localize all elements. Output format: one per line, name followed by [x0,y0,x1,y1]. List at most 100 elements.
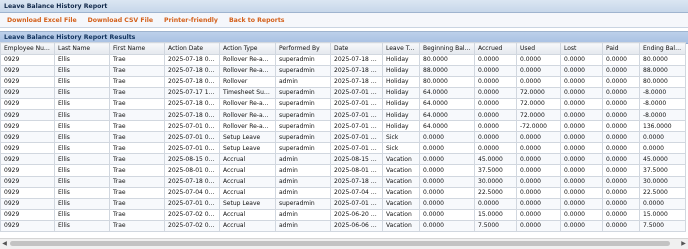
scroll-right-icon[interactable]: ▶ [680,240,687,247]
table-row[interactable]: 0929 Ellis Trae 2025-07-01 08:... Rollover R… [0,120,686,133]
table-cell: Trae [109,120,165,133]
table-cell: 0.0000 [560,53,603,66]
table-cell: 0.0000 [560,153,603,166]
table-cell: 0929 [0,108,55,122]
column-header[interactable]: First Name [109,42,165,55]
table-row[interactable]: 0929 Ellis Trae 2025-07-04 00:... Accrual adm… [0,186,686,199]
table-cell: 0.0000 [560,131,603,144]
table-cell: 0.0000 [602,108,640,122]
table-cell: 37.5000 [474,164,517,177]
table-row[interactable]: 0929 Ellis Trae 2025-07-17 15:... Timesheet … [0,86,686,99]
table-row[interactable]: 0929 Ellis Trae 2025-07-18 09:... Rollover R… [0,53,686,66]
horizontal-scrollbar[interactable]: ◀ ▶ [0,238,688,249]
table-cell: 0929 [0,197,55,210]
table-cell: 0.0000 [516,75,561,88]
table-cell: Trae [109,97,165,110]
table-cell: 88.0000 [639,64,686,77]
table-cell: 2025-07-18 09:... [164,97,220,110]
column-header[interactable]: Action Type [219,42,276,55]
table-row[interactable]: 0929 Ellis Trae 2025-07-02 00:... Accrual adm… [0,208,686,221]
table-cell: Trae [109,208,165,221]
table-cell: 2025-07-18 00:... [164,175,220,188]
column-header[interactable]: Performed By [275,42,331,55]
table-row[interactable]: 0929 Ellis Trae 2025-07-02 00:... Accrual adm… [0,219,686,233]
table-cell: Ellis [54,142,110,155]
table-body: 0929 Ellis Trae 2025-07-18 09:... Rollover R… [0,53,686,233]
table-row[interactable]: 0929 Ellis Trae 2025-08-01 00:... Accrual adm… [0,164,686,177]
table-row[interactable]: 0929 Ellis Trae 2025-07-18 09:... Rollover R… [0,64,686,77]
column-header[interactable]: Leave Type [382,42,420,55]
table-cell: admin [275,164,331,177]
column-header[interactable]: Action Date [164,42,220,55]
table-cell: 0.0000 [639,131,686,144]
table-cell: 0929 [0,97,55,110]
table-cell: 0.0000 [516,131,561,144]
table-cell: 2025-07-04 00:... [164,186,220,199]
column-header[interactable]: Ending Balance [639,42,686,55]
table-cell: 2025-08-15 00:... [164,153,220,166]
table-cell: Accrual [219,153,276,166]
results-grid: Employee Number Last Name First Name Action… [0,42,688,238]
table-cell: 2025-07-01 08:... [164,131,220,144]
column-header[interactable]: Accrued [474,42,517,55]
table-cell: superadmin [275,142,331,155]
table-cell: 0.0000 [516,164,561,177]
table-row[interactable]: 0929 Ellis Trae 2025-07-01 08:... Setup Leav… [0,142,686,155]
table-cell: 80.0000 [639,53,686,66]
table-cell: Ellis [54,108,110,122]
table-cell: 0.0000 [560,97,603,110]
table-row[interactable]: 0929 Ellis Trae 2025-07-18 09:... Rollover R… [0,108,686,122]
table-cell: 0.0000 [602,164,640,177]
table-cell: 30.0000 [639,175,686,188]
table-cell: 0929 [0,186,55,199]
table-row[interactable]: 0929 Ellis Trae 2025-08-15 00:... Accrual adm… [0,153,686,166]
column-header[interactable]: Used [516,42,561,55]
table-row[interactable]: 0929 Ellis Trae 2025-07-18 00:... Accrual adm… [0,175,686,188]
table-cell: 0.0000 [419,208,475,221]
table-cell: 0.0000 [602,186,640,199]
table-cell: 0.0000 [516,175,561,188]
table-cell: Holiday [382,75,420,88]
table-cell: Setup Leave [219,197,276,210]
table-cell: Trae [109,86,165,99]
table-cell: 2025-07-01 00:... [330,108,383,122]
table-row[interactable]: 0929 Ellis Trae 2025-07-01 08:... Setup Leav… [0,197,686,210]
table-row[interactable]: 0929 Ellis Trae 2025-07-18 09:... Rollover R… [0,97,686,110]
table-cell: admin [275,175,331,188]
column-header[interactable]: Beginning Balance [419,42,475,55]
table-cell: -8.0000 [639,86,686,99]
table-cell: 2025-07-02 00:... [164,208,220,221]
table-cell: Timesheet Submit [219,86,276,99]
table-cell: superadmin [275,197,331,210]
table-cell: 0.0000 [474,108,517,122]
column-header[interactable]: Employee Number [0,42,55,55]
table-cell: 0.0000 [419,153,475,166]
table-cell: 0.0000 [602,75,640,88]
table-cell: 0.0000 [516,197,561,210]
scrollbar-thumb[interactable] [10,241,670,246]
table-cell: 2025-07-04 00:... [330,186,383,199]
table-row[interactable]: 0929 Ellis Trae 2025-07-18 00:... Rollover ad… [0,75,686,88]
table-cell: -8.0000 [639,97,686,110]
column-header[interactable]: Last Name [54,42,110,55]
column-header[interactable]: Lost [560,42,603,55]
table-cell: 0929 [0,219,55,233]
table-cell: Ellis [54,197,110,210]
scroll-left-icon[interactable]: ◀ [1,240,8,247]
column-header[interactable]: Paid [602,42,640,55]
download-csv-link[interactable]: Download CSV File [88,17,153,24]
table-cell: 0.0000 [602,131,640,144]
table-cell: 0.0000 [560,108,603,122]
table-cell: 2025-07-01 08:... [164,197,220,210]
report-title-text: Leave Balance History Report [4,2,108,10]
printer-friendly-link[interactable]: Printer-friendly [164,17,218,24]
table-cell: 45.0000 [474,153,517,166]
column-header[interactable]: Date [330,42,383,55]
table-cell: -8.0000 [639,108,686,122]
table-row[interactable]: 0929 Ellis Trae 2025-07-01 08:... Setup Leav… [0,131,686,144]
table-cell: 0.0000 [560,186,603,199]
download-excel-link[interactable]: Download Excel File [7,17,77,24]
table-cell: 0.0000 [516,142,561,155]
table-cell: 2025-07-01 00:... [330,97,383,110]
back-to-reports-link[interactable]: Back to Reports [229,17,285,24]
